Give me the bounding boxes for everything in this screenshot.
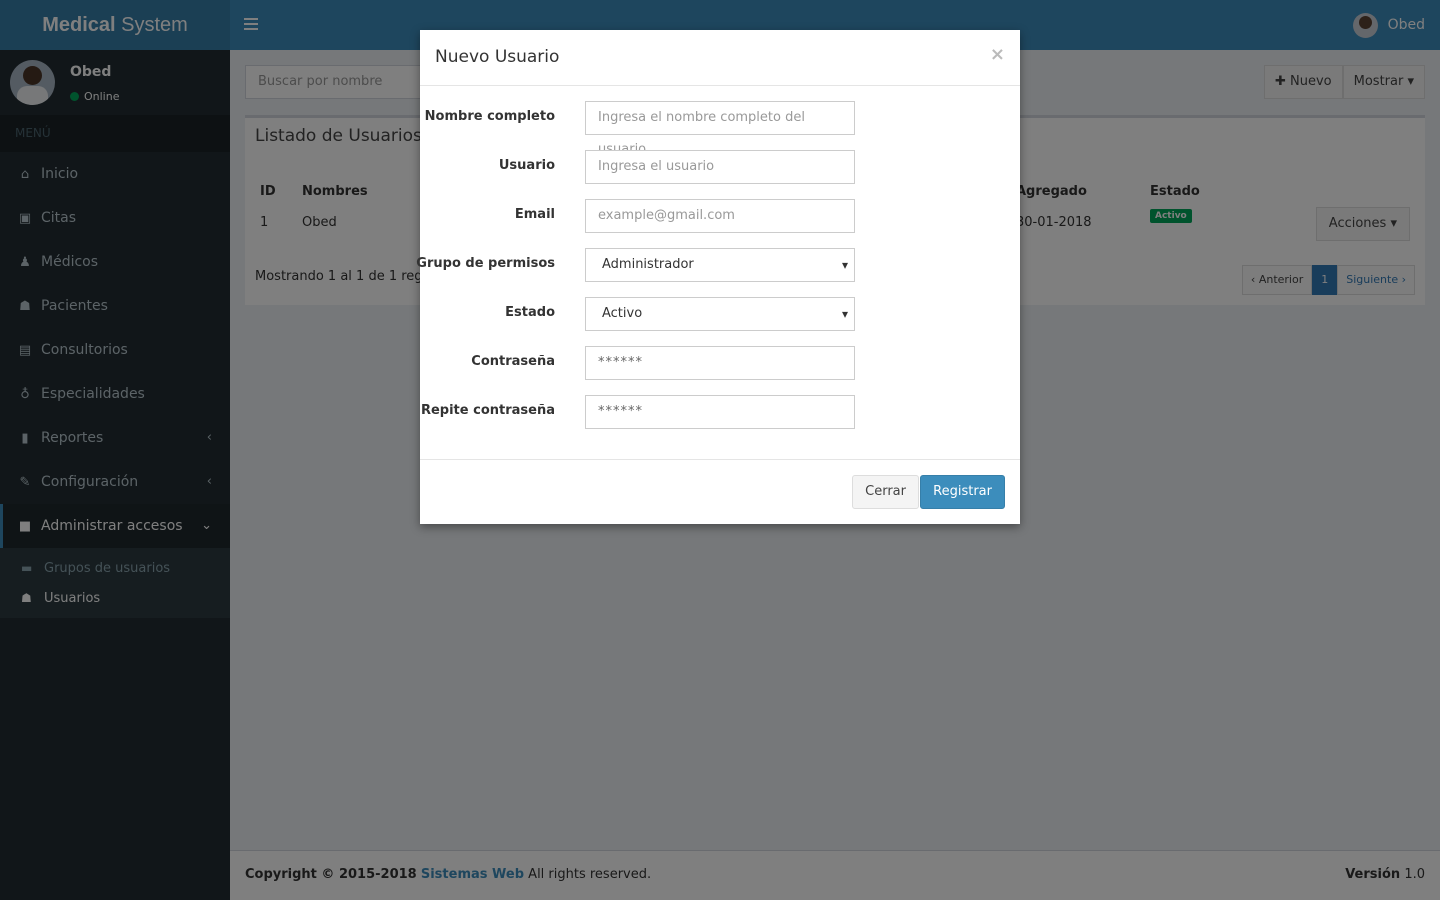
close-icon[interactable]: × xyxy=(990,44,1005,65)
email-label: Email xyxy=(514,207,555,222)
new-user-modal: Nuevo Usuario × Nombre completo Ingresa … xyxy=(416,30,1020,524)
form-row-repeat-password: Repite contraseña ****** xyxy=(420,395,1020,429)
form-row-full-name: Nombre completo Ingresa el nombre comple… xyxy=(420,101,1020,157)
form-row-email: Email example@gmail.com xyxy=(420,199,1020,233)
password-label: Contraseña xyxy=(471,354,555,369)
status-label: Estado xyxy=(505,305,555,320)
password-input[interactable]: ****** xyxy=(585,346,855,380)
register-button[interactable]: Registrar xyxy=(920,475,1005,509)
email-field[interactable]: example@gmail.com xyxy=(585,199,855,233)
status-select[interactable]: Activo xyxy=(585,297,855,331)
repeat-password-label: Repite contraseña xyxy=(420,403,555,418)
full-name-label: Nombre completo xyxy=(424,109,555,124)
permission-group-label: Grupo de permisos xyxy=(416,256,555,271)
modal-footer: Cerrar Registrar xyxy=(420,459,1020,524)
permission-group-select[interactable]: Administrador xyxy=(585,248,855,282)
form-row-username: Usuario Ingresa el usuario xyxy=(420,150,1020,184)
form-row-permission-group: Grupo de permisos Administrador xyxy=(416,248,1020,282)
modal-header: Nuevo Usuario × xyxy=(420,30,1020,86)
close-button[interactable]: Cerrar xyxy=(852,475,919,509)
form-row-status: Estado Activo xyxy=(420,297,1020,331)
username-input[interactable]: Ingresa el usuario xyxy=(585,150,855,184)
form-row-password: Contraseña ****** xyxy=(420,346,1020,380)
username-label: Usuario xyxy=(498,158,555,173)
modal-title: Nuevo Usuario xyxy=(435,47,560,67)
repeat-password-input[interactable]: ****** xyxy=(585,395,855,429)
full-name-input[interactable]: Ingresa el nombre completo del usuario xyxy=(585,101,855,157)
